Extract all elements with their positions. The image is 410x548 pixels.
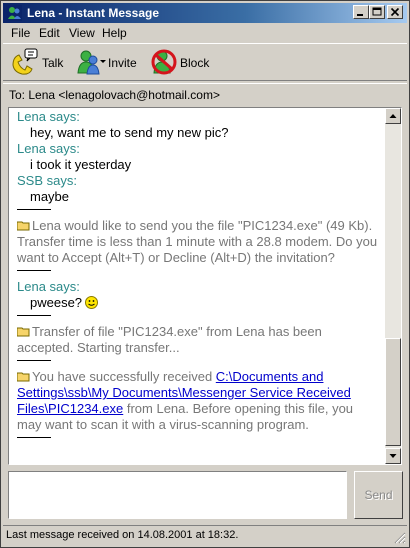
- im-window: Lena - Instant Message File Edit View He…: [0, 0, 410, 548]
- sender-label: Lena says:: [17, 279, 80, 294]
- sender-label: SSB says:: [17, 173, 77, 188]
- menu-bar: File Edit View Help: [3, 24, 407, 42]
- invite-label: Invite: [108, 56, 137, 70]
- maximize-icon: [372, 7, 382, 16]
- title-bar[interactable]: Lena - Instant Message: [3, 3, 407, 23]
- folder-icon: [17, 221, 30, 231]
- message-separator: [17, 437, 51, 438]
- block-button[interactable]: Block: [149, 47, 209, 77]
- status-text: Last message received on 14.08.2001 at 1…: [6, 529, 239, 541]
- sender-label: Lena says:: [17, 141, 80, 156]
- scroll-down-button[interactable]: [385, 448, 401, 464]
- recipient-line: To: Lena <lenagolovach@hotmail.com>: [9, 88, 220, 102]
- scroll-up-button[interactable]: [385, 108, 401, 124]
- menu-help[interactable]: Help: [102, 26, 127, 40]
- conversation-history[interactable]: Lena says: hey, want me to send my new p…: [8, 107, 402, 465]
- invite-notice: Lena would like to send you the file "PI…: [17, 218, 379, 266]
- arrow-up-icon: [389, 114, 397, 118]
- arrow-down-icon: [389, 454, 397, 458]
- accepted-notice-text: Transfer of file "PIC1234.exe" from Lena…: [17, 324, 322, 355]
- smiley-icon: [85, 296, 99, 309]
- invite-notice-text: Lena would like to send you the file "PI…: [17, 218, 378, 265]
- received-prefix: You have successfully received: [32, 369, 216, 384]
- minimize-icon: [357, 14, 363, 16]
- sender-label: Lena says:: [17, 109, 80, 124]
- folder-icon: [17, 327, 30, 337]
- message-separator: [17, 360, 51, 361]
- message-text: i took it yesterday: [30, 157, 132, 172]
- chevron-down-icon[interactable]: [100, 60, 106, 64]
- message-text: pweese?: [17, 295, 379, 311]
- scrollbar-thumb[interactable]: [385, 338, 401, 446]
- status-bar: Last message received on 14.08.2001 at 1…: [3, 525, 407, 545]
- menu-view[interactable]: View: [69, 26, 95, 40]
- send-button[interactable]: Send: [354, 471, 403, 519]
- toolbar: Talk Invite Block: [3, 43, 407, 81]
- menu-edit[interactable]: Edit: [39, 26, 60, 40]
- message-separator: [17, 209, 51, 210]
- folder-icon: [17, 372, 30, 382]
- maximize-button[interactable]: [369, 5, 385, 19]
- talk-label: Talk: [42, 56, 64, 70]
- messenger-icon: [6, 5, 22, 21]
- invite-button[interactable]: Invite: [75, 47, 137, 77]
- close-button[interactable]: [387, 5, 403, 19]
- resize-grip-icon[interactable]: [394, 532, 406, 544]
- close-icon: [390, 7, 400, 17]
- conversation-content: Lena says: hey, want me to send my new p…: [17, 109, 379, 446]
- recipient-header: To: Lena <lenagolovach@hotmail.com>: [3, 83, 407, 105]
- minimize-button[interactable]: [353, 5, 369, 19]
- talk-button[interactable]: Talk: [9, 47, 65, 77]
- received-notice: You have successfully received C:\Docume…: [17, 369, 379, 433]
- block-icon: [151, 49, 177, 75]
- message-separator: [17, 270, 51, 271]
- send-label: Send: [364, 488, 393, 502]
- message-input[interactable]: [8, 471, 347, 519]
- message-text: hey, want me to send my new pic?: [30, 125, 229, 140]
- accepted-notice: Transfer of file "PIC1234.exe" from Lena…: [17, 324, 379, 356]
- block-label: Block: [180, 56, 210, 70]
- window-title: Lena - Instant Message: [27, 6, 160, 20]
- menu-file[interactable]: File: [11, 26, 30, 40]
- message-text: maybe: [30, 189, 70, 204]
- message-text-content: pweese?: [30, 295, 83, 310]
- vertical-scrollbar[interactable]: [385, 108, 401, 464]
- message-separator: [17, 315, 51, 316]
- phone-icon: [12, 48, 38, 75]
